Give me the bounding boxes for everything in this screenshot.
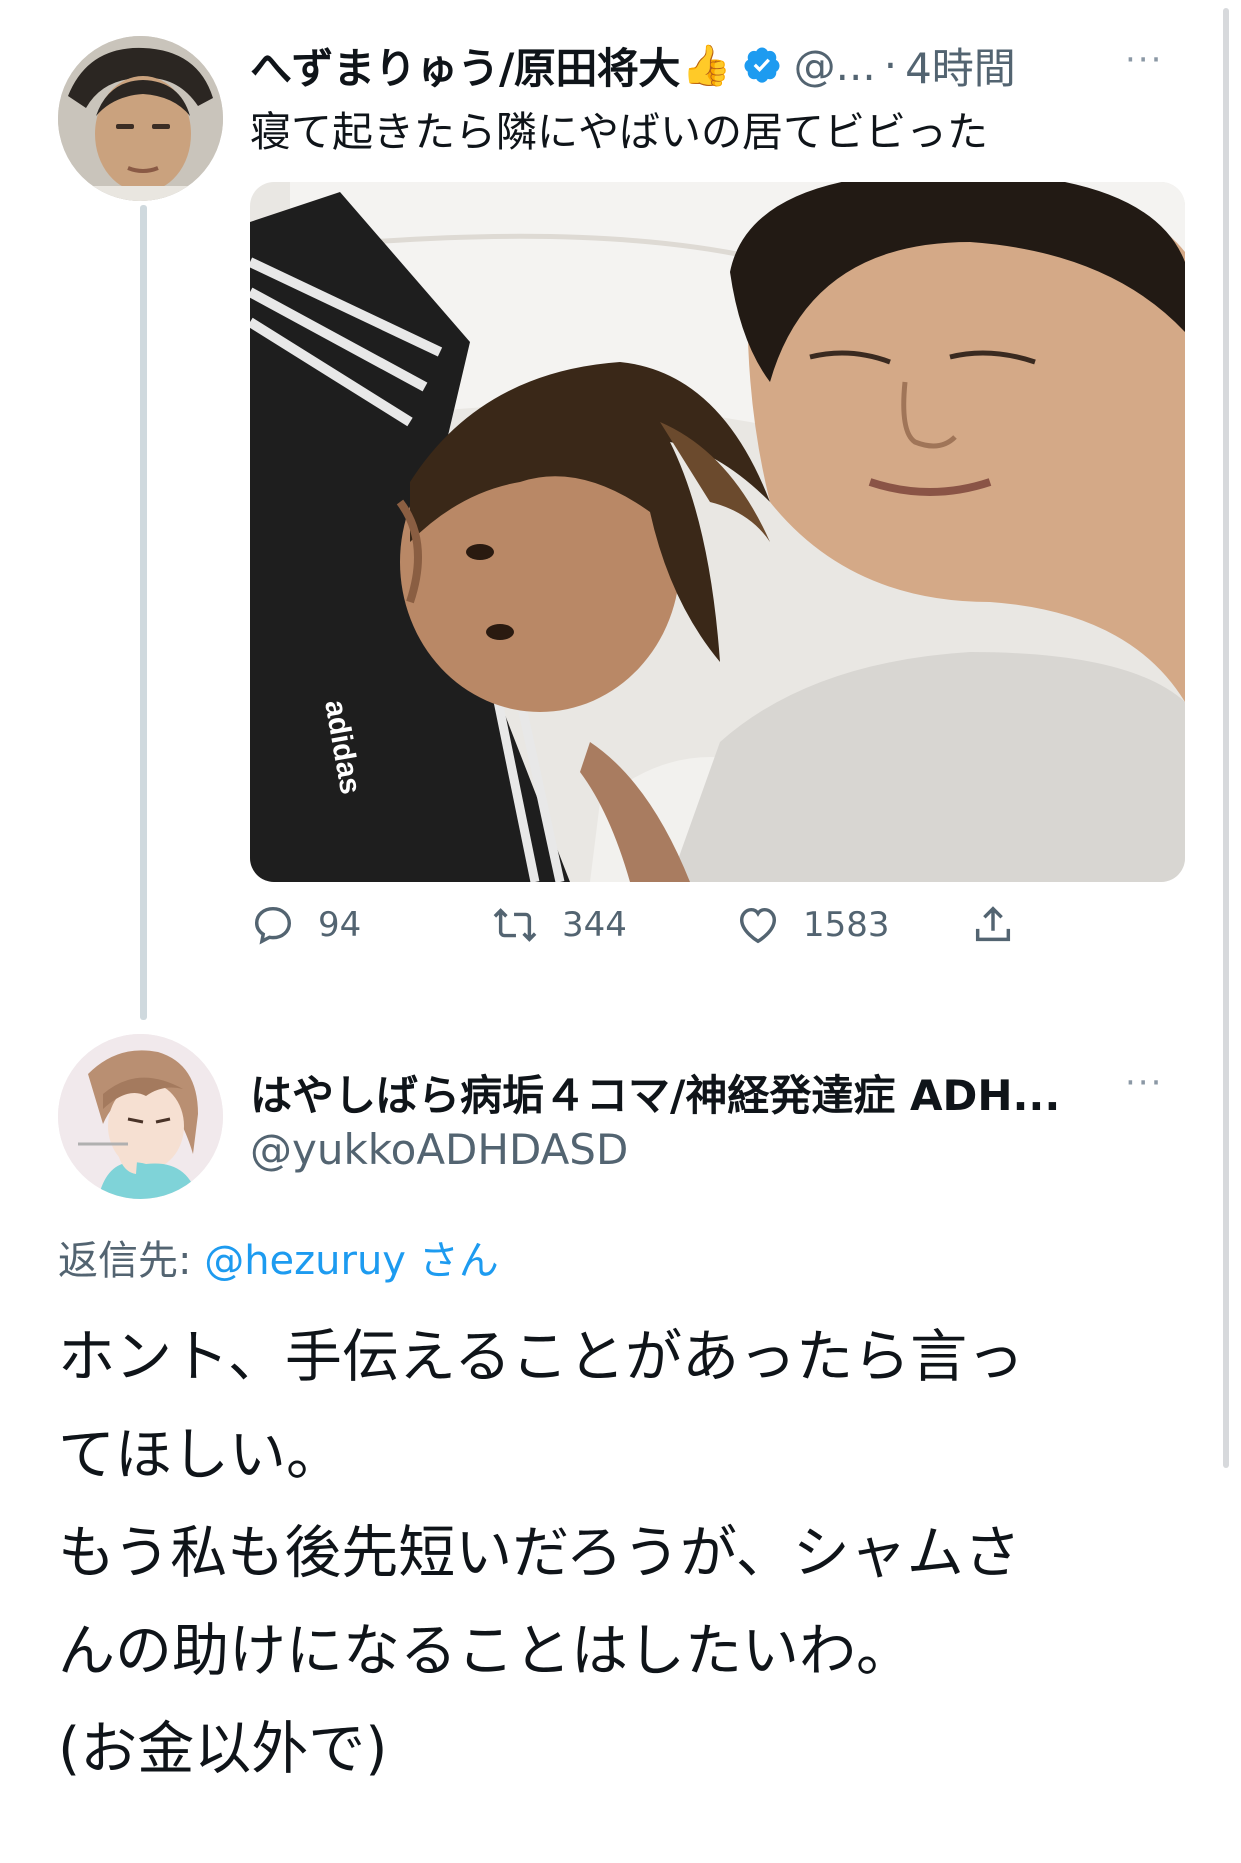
- share-icon: [975, 906, 1011, 942]
- scrollbar[interactable]: [1223, 8, 1229, 1468]
- replying-to: 返信先: @hezuruy さん: [58, 1228, 499, 1286]
- reply-text-line: てほしい。: [58, 1422, 343, 1488]
- separator-dot: ·: [883, 40, 898, 90]
- author-handle[interactable]: @...: [794, 41, 876, 90]
- thread-connector-line: [140, 205, 147, 1020]
- share-button[interactable]: [970, 902, 1016, 948]
- more-icon[interactable]: ···: [1125, 1063, 1163, 1103]
- author-name[interactable]: へずまりゅう/原田将大: [250, 35, 680, 96]
- avatar-tweet-author[interactable]: [58, 36, 223, 201]
- like-count: 1583: [803, 905, 890, 945]
- replying-to-suffix: さん: [418, 1238, 499, 1284]
- like-icon: [739, 907, 777, 944]
- tweet-photo[interactable]: adidas: [250, 182, 1185, 882]
- avatar-reply-author[interactable]: [58, 1034, 223, 1199]
- more-icon[interactable]: ···: [1125, 40, 1163, 80]
- replying-to-label: 返信先:: [58, 1238, 192, 1284]
- reply-text-line: もう私も後先短いだろうが、シャムさ: [58, 1520, 1021, 1586]
- tweet-action-bar: 94 344 1583: [250, 902, 1050, 972]
- reply-author-name[interactable]: はやしばら病垢４コマ/神経発達症 ADH...: [250, 1062, 1060, 1123]
- reply-text-line: んの助けになることはしたいわ。: [58, 1618, 913, 1684]
- reply-text-line: ホント、手伝えることがあったら言っ: [58, 1324, 1025, 1390]
- replying-to-handle-link[interactable]: @hezuruy: [204, 1238, 406, 1284]
- reply-icon: [254, 906, 292, 945]
- retweet-button[interactable]: 344: [490, 902, 627, 948]
- reply-button[interactable]: 94: [250, 902, 361, 948]
- tweet-timestamp[interactable]: 4時間: [905, 35, 1016, 96]
- reply-text-line: (お金以外で): [58, 1716, 388, 1782]
- thumbs-up-emoji: 👍: [681, 42, 732, 89]
- verified-badge-icon: [744, 47, 780, 83]
- retweet-count: 344: [562, 905, 627, 945]
- reply-text: ホント、手伝えることがあったら言っ てほしい。 もう私も後先短いだろうが、シャム…: [58, 1308, 1168, 1798]
- retweet-icon: [493, 908, 537, 942]
- tweet-header: へずまりゅう/原田将大 👍 @... · 4時間: [250, 30, 1180, 100]
- tweet-text: 寝て起きたら隣にやばいの居てビビった: [250, 108, 988, 156]
- like-button[interactable]: 1583: [735, 902, 890, 948]
- reply-count: 94: [318, 905, 362, 945]
- reply-author-handle[interactable]: @yukkoADHDASD: [250, 1125, 628, 1174]
